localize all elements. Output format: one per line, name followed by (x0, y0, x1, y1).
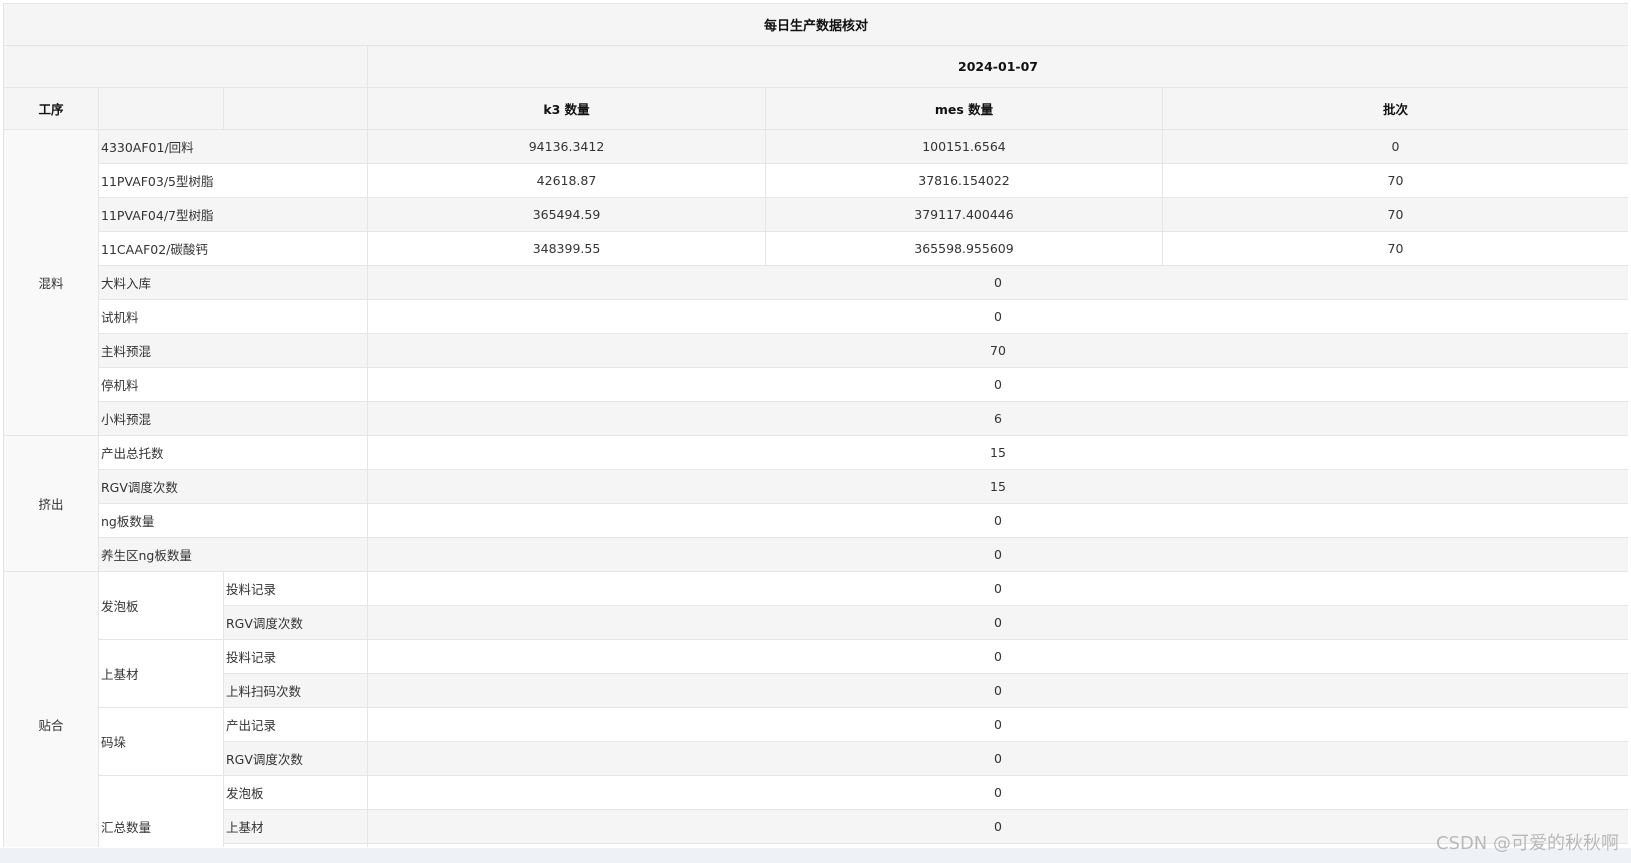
table-row (3, 843, 1628, 847)
process-label-laminating: 贴合 (3, 571, 99, 847)
sub-item-name: 上基材 (223, 809, 368, 844)
item-value: 0 (366, 639, 1628, 674)
batch-value: 0 (1161, 129, 1628, 164)
table-row: RGV调度次数 0 (3, 605, 1628, 640)
table-row: 11CAAF02/碳酸钙 348399.55 365598.955609 70 (3, 231, 1628, 266)
table-row: 上料扫码次数 0 (3, 673, 1628, 708)
table-row: RGV调度次数 15 (3, 469, 1628, 504)
item-value: 0 (366, 299, 1628, 334)
header-process: 工序 (3, 87, 99, 130)
group-name: 上基材 (98, 639, 224, 708)
table-row: 码垛 产出记录 0 (3, 707, 1628, 776)
report-container: 每日生产数据核对 2024-01-07 工序 k3 数量 mes 数量 批次 混… (3, 3, 1628, 847)
item-value: 0 (366, 571, 1628, 606)
mes-value: 100151.6564 (765, 129, 1163, 164)
batch-value: 70 (1161, 197, 1628, 232)
item-value: 0 (366, 707, 1628, 742)
header-blank-1 (98, 87, 224, 130)
table-row: 上基材 投料记录 0 (3, 639, 1628, 708)
item-value: 6 (366, 401, 1628, 436)
report-title: 每日生产数据核对 (3, 3, 1628, 46)
batch-value: 70 (1161, 163, 1628, 198)
k3-value: 42618.87 (367, 163, 766, 198)
table-row: 11PVAF04/7型树脂 365494.59 379117.400446 70 (3, 197, 1628, 232)
item-name: 养生区ng板数量 (98, 537, 368, 572)
item-name: 试机料 (98, 299, 368, 334)
batch-value: 70 (1161, 231, 1628, 266)
table-row: 混料 4330AF01/回料 94136.3412 100151.6564 0 (3, 129, 1628, 436)
header-k3: k3 数量 (367, 87, 766, 130)
table-row: 主料预混 70 (3, 333, 1628, 368)
item-value: 15 (366, 469, 1628, 504)
item-value: 0 (366, 775, 1628, 810)
material-name: 4330AF01/回料 (98, 129, 368, 164)
k3-value: 94136.3412 (367, 129, 766, 164)
process-label-mixing: 混料 (3, 129, 99, 436)
material-name: 11CAAF02/碳酸钙 (98, 231, 368, 266)
mes-value: 37816.154022 (765, 163, 1163, 198)
item-value: 0 (366, 537, 1628, 572)
table-row: 养生区ng板数量 0 (3, 537, 1628, 572)
item-name: 小料预混 (98, 401, 368, 436)
item-name: ng板数量 (98, 503, 368, 538)
item-name: 大料入库 (98, 265, 368, 300)
item-name: 主料预混 (98, 333, 368, 368)
table-row: 汇总数量 发泡板 0 (3, 775, 1628, 847)
table-row: ng板数量 0 (3, 503, 1628, 538)
report-date: 2024-01-07 (366, 45, 1628, 88)
group-name: 码垛 (98, 707, 224, 776)
item-value: 0 (366, 673, 1628, 708)
header-mes: mes 数量 (765, 87, 1163, 130)
date-row-spacer (3, 45, 368, 88)
material-name: 11PVAF04/7型树脂 (98, 197, 368, 232)
table-row: 大料入库 0 (3, 265, 1628, 300)
sub-item-name: 产出记录 (223, 707, 368, 742)
sub-item-name: 发泡板 (223, 775, 368, 810)
sub-item-name: 投料记录 (223, 639, 368, 674)
item-value: 0 (366, 503, 1628, 538)
k3-value: 365494.59 (367, 197, 766, 232)
k3-value: 348399.55 (367, 231, 766, 266)
group-name: 汇总数量 (98, 775, 224, 847)
material-name: 11PVAF03/5型树脂 (98, 163, 368, 198)
production-report-table: 每日生产数据核对 2024-01-07 工序 k3 数量 mes 数量 批次 混… (3, 3, 1628, 847)
table-row: 试机料 0 (3, 299, 1628, 334)
mes-value: 365598.955609 (765, 231, 1163, 266)
item-name: 产出总托数 (98, 435, 368, 470)
page-bottom-band (0, 848, 1631, 863)
table-row: 11PVAF03/5型树脂 42618.87 37816.154022 70 (3, 163, 1628, 198)
item-value: 0 (366, 741, 1628, 776)
watermark: CSDN @可爱的秋秋啊 (1435, 833, 1619, 854)
item-value: 0 (366, 367, 1628, 402)
item-value: 70 (366, 333, 1628, 368)
mes-value: 379117.400446 (765, 197, 1163, 232)
process-label-extrusion: 挤出 (3, 435, 99, 572)
header-batch: 批次 (1161, 87, 1628, 130)
sub-item-name: RGV调度次数 (223, 741, 368, 776)
sub-item-name: 投料记录 (223, 571, 368, 606)
item-name: 停机料 (98, 367, 368, 402)
table-row: 停机料 0 (3, 367, 1628, 402)
item-value: 15 (366, 435, 1628, 470)
table-row: 挤出 产出总托数 15 (3, 435, 1628, 572)
sub-item-name: RGV调度次数 (223, 605, 368, 640)
table-row: 上基材 0 (3, 809, 1628, 844)
header-blank-2 (223, 87, 368, 130)
sub-item-name (223, 843, 368, 847)
sub-item-name: 上料扫码次数 (223, 673, 368, 708)
table-row: 贴合 发泡板 投料记录 0 (3, 571, 1628, 847)
item-name: RGV调度次数 (98, 469, 368, 504)
table-row: RGV调度次数 0 (3, 741, 1628, 776)
group-name: 发泡板 (98, 571, 224, 640)
table-row: 小料预混 6 (3, 401, 1628, 436)
item-value: 0 (366, 605, 1628, 640)
item-value: 0 (366, 265, 1628, 300)
